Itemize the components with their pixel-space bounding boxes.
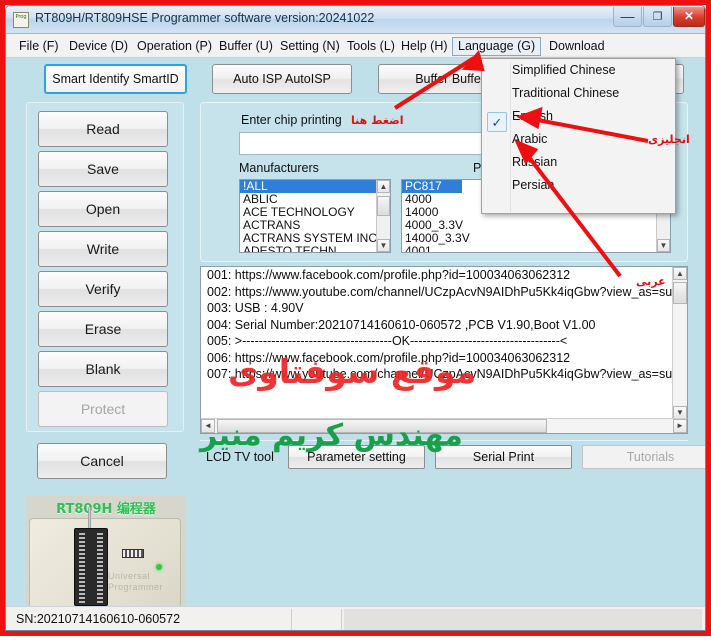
log-line: 002: https://www.youtube.com/channel/UCz…: [207, 284, 687, 299]
manufacturers-listbox[interactable]: !ALL ABLIC ACE TECHNOLOGY ACTRANS ACTRAN…: [239, 179, 391, 253]
status-bar: SN:20210714160610-060572: [6, 606, 705, 630]
menu-item-operation[interactable]: Operation (P): [132, 37, 217, 56]
log-line: 005: >----------------------------------…: [207, 334, 568, 348]
list-item[interactable]: 14000_3.3V: [402, 232, 670, 245]
serial-print-button[interactable]: Serial Print: [435, 445, 572, 469]
auto-isp-button[interactable]: Auto ISP AutoISP: [212, 64, 352, 94]
language-option-persian[interactable]: Persian: [482, 174, 675, 197]
language-option-traditional-chinese[interactable]: Traditional Chinese: [482, 82, 675, 105]
manufacturers-label: Manufacturers: [239, 161, 319, 175]
language-option-simplified-chinese[interactable]: Simplified Chinese: [482, 59, 675, 82]
menu-item-device[interactable]: Device (D): [64, 37, 133, 56]
language-option-english[interactable]: English: [482, 105, 675, 128]
scroll-down-icon[interactable]: ▼: [657, 239, 670, 252]
language-dropdown-menu[interactable]: Simplified Chinese Traditional Chinese E…: [481, 58, 676, 214]
minimize-icon: —: [620, 8, 635, 24]
blank-button[interactable]: Blank: [38, 351, 168, 387]
scrollbar-thumb[interactable]: [217, 419, 547, 433]
zif-socket-icon: [74, 528, 108, 606]
dip-switch-icon: [122, 549, 144, 558]
log-output[interactable]: 001: https://www.facebook.com/profile.ph…: [200, 266, 688, 434]
write-button[interactable]: Write: [38, 231, 168, 267]
zif-lever-icon: [88, 507, 91, 529]
protect-button: Protect: [38, 391, 168, 427]
tutorials-button: Tutorials: [582, 445, 705, 469]
save-button[interactable]: Save: [38, 151, 168, 187]
title-bar: Prog RT809H/RT809HSE Programmer software…: [6, 6, 705, 34]
menu-item-buffer[interactable]: Buffer (U): [214, 37, 278, 56]
menu-item-download[interactable]: Download: [544, 37, 610, 56]
serial-number-status: SN:20210714160610-060572: [8, 609, 292, 630]
menu-item-setting[interactable]: Setting (N): [275, 37, 345, 56]
scrollbar-thumb[interactable]: [377, 196, 390, 216]
list-item[interactable]: 4001: [402, 245, 670, 253]
window-title: RT809H/RT809HSE Programmer software vers…: [35, 11, 375, 25]
programmer-body-text: Universal Programmer: [108, 571, 164, 592]
application-window: Prog RT809H/RT809HSE Programmer software…: [5, 5, 706, 631]
app-icon: Prog: [13, 12, 29, 28]
language-option-arabic[interactable]: Arabic: [482, 128, 675, 151]
manufacturers-scrollbar[interactable]: ▲ ▼: [376, 180, 390, 252]
enter-chip-label: Enter chip printing: [241, 113, 342, 127]
scroll-left-icon[interactable]: ◄: [201, 419, 215, 433]
log-vertical-scrollbar[interactable]: ▲ ▼: [672, 267, 687, 419]
menu-item-language[interactable]: Language (G): [452, 37, 542, 56]
read-button[interactable]: Read: [38, 111, 168, 147]
checkmark-icon: ✓: [487, 112, 507, 132]
language-option-russian[interactable]: Russian: [482, 151, 675, 174]
log-line: 003: USB : 4.90V: [207, 301, 304, 315]
menu-item-file[interactable]: File (F): [14, 37, 64, 56]
scrollbar-thumb[interactable]: [673, 282, 687, 304]
erase-button[interactable]: Erase: [38, 311, 168, 347]
log-line: 006: https://www.facebook.com/profile.ph…: [207, 350, 571, 365]
power-led-icon: [156, 564, 162, 570]
annotation-press-here: اضغط هنا: [351, 114, 404, 127]
verify-button[interactable]: Verify: [38, 271, 168, 307]
close-button[interactable]: ✕: [673, 7, 705, 27]
scroll-right-icon[interactable]: ►: [673, 419, 687, 433]
device-photo-title: RT809H 编程器: [56, 502, 156, 517]
bottom-toolbar: LCD TV tool Parameter setting Serial Pri…: [200, 440, 705, 474]
log-horizontal-scrollbar[interactable]: ◄ ►: [201, 418, 687, 433]
lcd-tv-tool-label: LCD TV tool: [206, 450, 274, 464]
maximize-icon: ❐: [652, 11, 663, 23]
log-line: 004: Serial Number:20210714160610-060572…: [207, 317, 596, 332]
scroll-down-icon[interactable]: ▼: [377, 239, 390, 252]
menu-bar: File (F) Device (D) Operation (P) Buffer…: [6, 34, 705, 58]
log-line: 007: https://www.youtube.com/channel/UCz…: [207, 367, 687, 381]
log-line: 001: https://www.facebook.com/profile.ph…: [207, 268, 571, 282]
smart-identify-button[interactable]: Smart Identify SmartID: [44, 64, 187, 94]
status-cell-3: [344, 609, 702, 630]
menu-item-tools[interactable]: Tools (L): [342, 37, 400, 56]
minimize-button[interactable]: —: [613, 7, 642, 27]
operation-button-group: Read Save Open Write Verify Erase Blank …: [26, 102, 184, 432]
menu-item-help[interactable]: Help (H): [396, 37, 453, 56]
parameter-setting-button[interactable]: Parameter setting: [288, 445, 425, 469]
scroll-up-icon[interactable]: ▲: [673, 267, 687, 280]
status-cell-2: [294, 609, 342, 630]
open-button[interactable]: Open: [38, 191, 168, 227]
scroll-up-icon[interactable]: ▲: [377, 180, 390, 193]
maximize-button[interactable]: ❐: [643, 7, 672, 27]
close-icon: ✕: [683, 9, 695, 23]
cancel-button[interactable]: Cancel: [37, 443, 167, 479]
list-item[interactable]: ADESTO TECHN.: [240, 245, 390, 253]
